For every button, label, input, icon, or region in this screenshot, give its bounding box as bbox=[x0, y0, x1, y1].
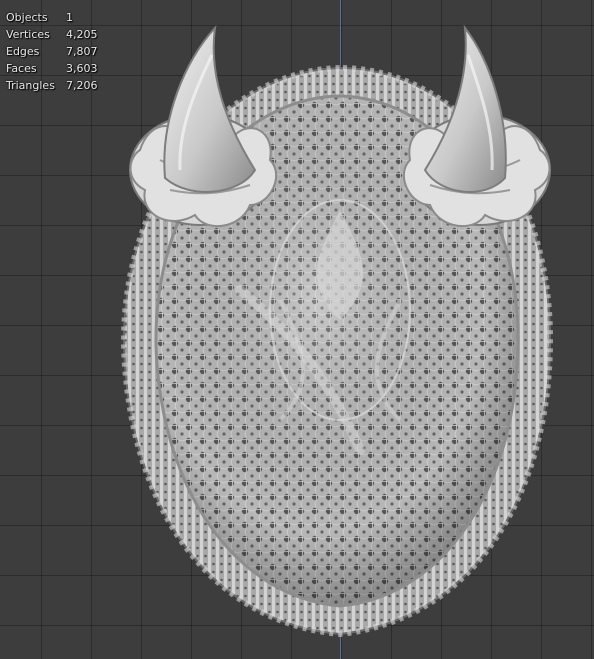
3d-viewport[interactable]: Objects 1 Vertices 4,205 Edges 7,807 Fac… bbox=[0, 0, 594, 659]
lace-mask-model[interactable] bbox=[0, 0, 594, 659]
